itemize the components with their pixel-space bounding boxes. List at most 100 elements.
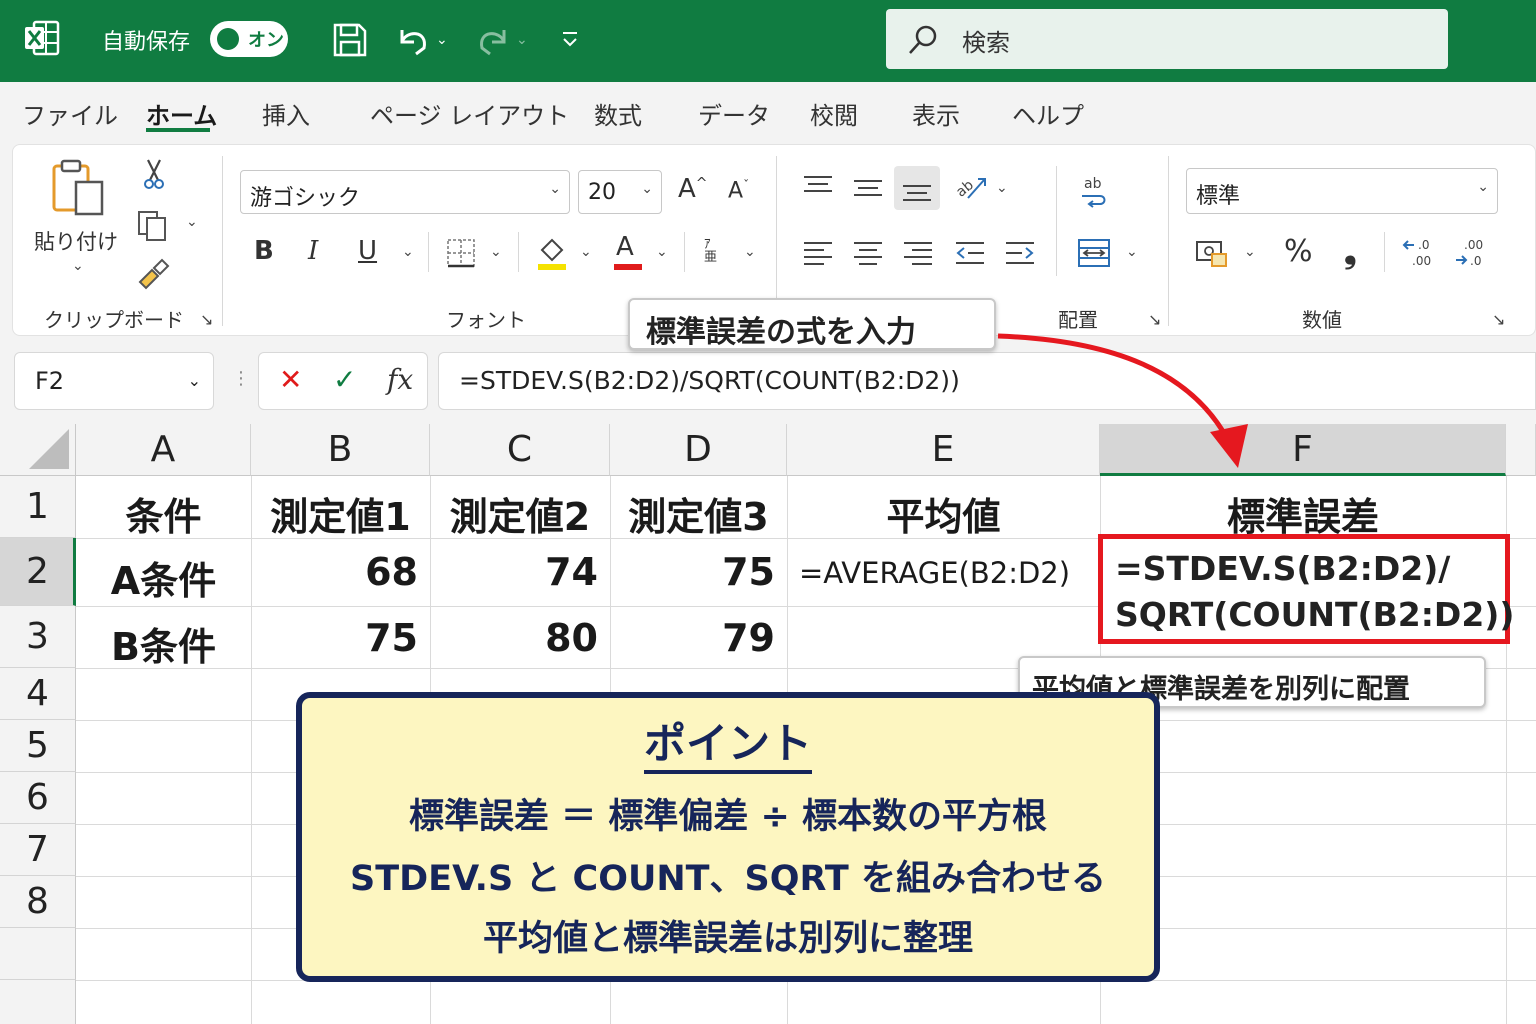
merge-center-icon[interactable] [1076,236,1112,270]
undo-dropdown-icon[interactable]: ⌄ [436,32,448,48]
borders-dropdown-icon[interactable]: ⌄ [490,244,502,260]
font-size-dropdown[interactable]: 20 ⌄ [578,170,662,214]
paste-label[interactable]: 貼り付け [34,226,118,256]
column-header-b[interactable]: B [251,424,430,476]
select-all-button[interactable] [0,424,76,476]
decrease-indent-icon[interactable] [952,238,988,268]
bold-button[interactable]: B [254,236,274,266]
redo-icon[interactable] [472,20,512,60]
increase-indent-icon[interactable] [1002,238,1038,268]
cell-a1[interactable]: 条件 [76,486,251,541]
format-painter-icon[interactable] [136,258,170,290]
decrease-font-icon[interactable]: Aˇ [728,178,749,203]
cell-c2[interactable]: 74 [430,550,598,594]
paste-icon[interactable] [48,158,108,220]
row-header-9[interactable] [0,928,76,980]
tab-insert[interactable]: 挿入 [262,96,310,131]
bottom-align-button[interactable] [894,166,940,210]
comma-style-button[interactable]: ❟ [1344,232,1357,271]
number-format-dropdown[interactable]: 標準 ⌄ [1186,168,1498,214]
align-right-icon[interactable] [900,238,936,268]
tab-formulas[interactable]: 数式 [594,96,642,131]
underline-button[interactable]: U [358,236,377,266]
align-center-icon[interactable] [850,238,886,268]
cell-f1[interactable]: 標準誤差 [1100,486,1506,541]
search-box[interactable]: 検索 [886,9,1448,69]
row-header-7[interactable]: 7 [0,824,76,876]
cell-c1[interactable]: 測定値2 [430,486,610,541]
cell-b1[interactable]: 測定値1 [251,486,430,541]
orientation-dropdown-icon[interactable]: ⌄ [996,180,1008,196]
formula-bar-grip-icon[interactable]: ⋮ [232,368,250,389]
copy-dropdown-icon[interactable]: ⌄ [186,214,198,230]
orientation-icon[interactable]: ab [954,170,988,204]
cell-d3[interactable]: 79 [610,616,775,660]
cell-d1[interactable]: 測定値3 [610,486,787,541]
save-icon[interactable] [330,20,370,60]
cancel-icon[interactable]: ✕ [279,363,302,396]
row-header-8[interactable]: 8 [0,876,76,928]
align-left-icon[interactable] [800,238,836,268]
cell-e2[interactable]: =AVERAGE(B2:D2) [799,556,1099,590]
name-box[interactable]: F2 ⌄ [14,352,214,410]
column-header-g[interactable] [1506,424,1536,476]
row-header-3[interactable]: 3 [0,606,76,668]
font-color-icon[interactable]: A [616,232,634,262]
insert-function-icon[interactable]: fx [387,363,413,396]
wrap-text-icon[interactable]: ab [1076,172,1112,208]
increase-decimal-icon[interactable]: .0 .00 [1400,236,1438,270]
merge-dropdown-icon[interactable]: ⌄ [1126,244,1138,260]
enter-icon[interactable]: ✓ [333,363,356,396]
underline-dropdown-icon[interactable]: ⌄ [402,244,414,260]
top-align-icon[interactable] [800,172,836,202]
number-launcher-icon[interactable]: ↘ [1492,310,1505,329]
cell-b2[interactable]: 68 [251,550,418,594]
tab-review[interactable]: 校閲 [810,96,858,131]
fill-color-dropdown-icon[interactable]: ⌄ [580,244,592,260]
cell-c3[interactable]: 80 [430,616,598,660]
middle-align-icon[interactable] [850,172,886,202]
tab-page-layout[interactable]: ページ レイアウト [370,96,569,131]
tab-data[interactable]: データ [698,96,770,131]
cell-b3[interactable]: 75 [251,616,418,660]
increase-font-icon[interactable]: A^ [678,174,708,204]
tab-file[interactable]: ファイル [22,96,118,131]
row-header-1[interactable]: 1 [0,476,76,538]
autosave-toggle[interactable]: オン [210,21,288,57]
cell-a3[interactable]: B条件 [76,616,251,671]
row-header-6[interactable]: 6 [0,772,76,824]
customize-toolbar-icon[interactable] [558,20,582,60]
tab-home[interactable]: ホーム [146,96,217,131]
cell-d2[interactable]: 75 [610,550,775,594]
cut-icon[interactable] [140,158,168,190]
percent-style-button[interactable]: % [1284,234,1313,269]
decrease-decimal-icon[interactable]: .00 .0 [1452,236,1490,270]
row-header-4[interactable]: 4 [0,668,76,720]
accounting-format-icon[interactable] [1194,238,1230,270]
tab-view[interactable]: 表示 [912,96,960,131]
paste-dropdown-icon[interactable]: ⌄ [72,258,84,274]
cell-e1[interactable]: 平均値 [787,486,1100,541]
redo-dropdown-icon[interactable]: ⌄ [516,32,528,48]
cell-f2-selected[interactable]: =STDEV.S(B2:D2)/ SQRT(COUNT(B2:D2)) [1098,534,1514,644]
formula-input[interactable]: =STDEV.S(B2:D2)/SQRT(COUNT(B2:D2)) [438,352,1536,410]
column-header-a[interactable]: A [76,424,251,476]
row-header-5[interactable]: 5 [0,720,76,772]
italic-button[interactable]: I [308,236,318,266]
cell-a2[interactable]: A条件 [76,550,251,605]
font-color-dropdown-icon[interactable]: ⌄ [656,244,668,260]
copy-icon[interactable] [136,208,170,242]
borders-icon[interactable] [446,238,476,268]
font-name-dropdown[interactable]: 游ゴシック ⌄ [240,170,570,214]
phonetic-dropdown-icon[interactable]: ⌄ [744,244,756,260]
column-header-c[interactable]: C [430,424,610,476]
accounting-dropdown-icon[interactable]: ⌄ [1244,244,1256,260]
row-header-10[interactable] [0,980,76,1024]
undo-icon[interactable] [394,20,434,60]
fill-color-icon[interactable] [536,236,568,272]
row-header-2[interactable]: 2 [0,538,76,606]
clipboard-launcher-icon[interactable]: ↘ [200,310,213,329]
column-header-d[interactable]: D [610,424,787,476]
tab-help[interactable]: ヘルプ [1012,96,1084,131]
phonetic-guide-icon[interactable]: ｱ亜 [704,238,717,264]
